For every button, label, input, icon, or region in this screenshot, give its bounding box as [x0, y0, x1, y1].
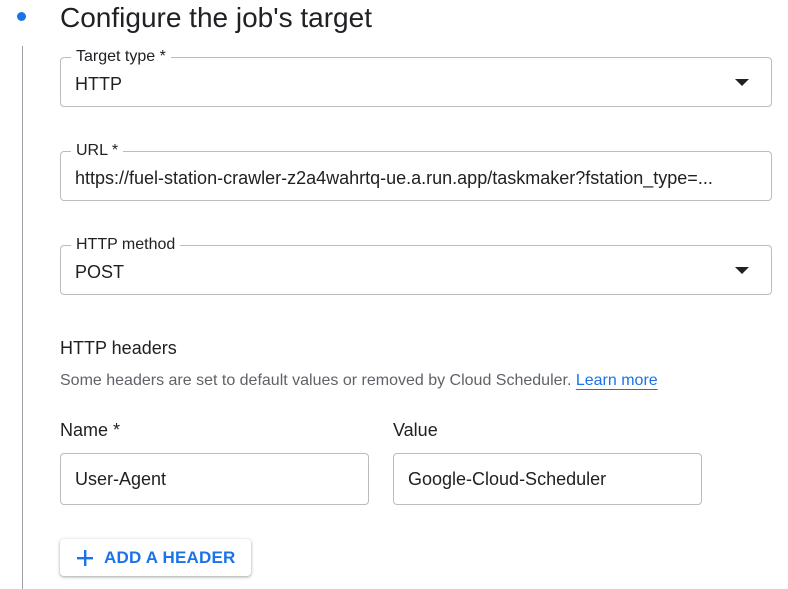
section-title: Configure the job's target: [60, 2, 372, 33]
plus-icon: [77, 549, 93, 566]
add-header-label: ADD A HEADER: [104, 547, 236, 567]
http-method-label: HTTP method: [71, 235, 181, 255]
http-method-value: POST: [75, 262, 125, 282]
dropdown-arrow-icon[interactable]: [735, 79, 749, 86]
step-connector-line: [22, 46, 23, 589]
job-target-step: Configure the job's target Target type *…: [0, 0, 788, 589]
url-label: URL *: [71, 141, 124, 161]
header-name-input[interactable]: [60, 453, 369, 505]
add-header-button[interactable]: ADD A HEADER: [60, 539, 251, 576]
dropdown-arrow-icon[interactable]: [735, 267, 749, 274]
learn-more-link[interactable]: Learn more: [576, 372, 658, 389]
helper-text: Some headers are set to default values o…: [60, 372, 572, 389]
target-type-select[interactable]: Target type * HTTP: [60, 47, 772, 107]
target-type-label: Target type *: [71, 47, 171, 67]
header-value-label: Value: [393, 420, 438, 440]
http-method-select[interactable]: HTTP method POST: [60, 235, 772, 295]
http-headers-helper: Some headers are set to default values o…: [60, 371, 658, 391]
http-headers-heading: HTTP headers: [60, 338, 177, 358]
step-dot-icon: [17, 12, 26, 21]
header-name-label: Name *: [60, 420, 121, 440]
target-type-value: HTTP: [75, 74, 122, 94]
header-value-input[interactable]: [393, 453, 702, 505]
url-field[interactable]: URL * https://fuel-station-crawler-z2a4w…: [60, 141, 772, 201]
url-input-value[interactable]: https://fuel-station-crawler-z2a4wahrtq-…: [75, 167, 759, 189]
